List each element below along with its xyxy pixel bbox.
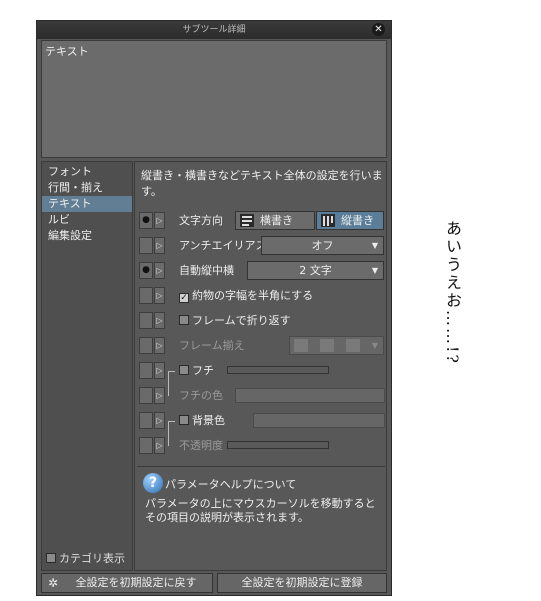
chevron-down-icon: ▼ <box>371 341 378 350</box>
edge-label: フチ <box>192 364 214 377</box>
edge-width-slider[interactable] <box>227 366 329 374</box>
wrap-label: フレームで折り返す <box>192 314 291 327</box>
settings-rows: ● ▷ 文字方向 横書き 縦書き ▷ アンチエイリアス オフ ▼ ● ▷ 自動縦… <box>137 208 385 458</box>
row-edge-color: ▷ フチの色 <box>137 383 385 408</box>
register-default-label: 全設定を初期設定に登録 <box>241 576 363 589</box>
preview-text: テキスト <box>45 45 89 58</box>
edge-color-label: フチの色 <box>179 389 223 402</box>
expand-icon[interactable]: ▷ <box>154 212 165 229</box>
expand-icon[interactable]: ▷ <box>154 262 165 279</box>
background-checkbox[interactable] <box>179 415 189 425</box>
antialias-label: アンチエイリアス <box>179 239 267 252</box>
chevron-down-icon: ▼ <box>371 241 378 250</box>
eye-icon[interactable] <box>139 337 153 354</box>
sidebar-item-line-spacing[interactable]: 行間・揃え <box>42 180 132 196</box>
vertical-writing-label: 縦書き <box>341 214 374 227</box>
help-icon: ? <box>143 473 163 493</box>
preview-area: テキスト <box>41 40 387 158</box>
edge-checkbox[interactable] <box>179 365 189 375</box>
eye-icon[interactable]: ● <box>139 262 153 279</box>
sidebar-item-text[interactable]: テキスト <box>42 196 132 212</box>
halfwidth-option[interactable]: ✓ 約物の字幅を半角にする <box>179 283 313 308</box>
sidebar-item-font[interactable]: フォント <box>42 164 132 180</box>
reset-all-button[interactable]: ✲ 全設定を初期設定に戻す <box>41 573 213 593</box>
frame-align-select[interactable]: ▼ <box>289 336 384 355</box>
category-display-checkbox[interactable] <box>46 553 56 563</box>
background-label: 背景色 <box>192 414 225 427</box>
reset-all-label: 全設定を初期設定に戻す <box>75 576 197 589</box>
tatechuyoko-value: 2 文字 <box>299 264 332 277</box>
antialias-value: オフ <box>311 239 334 252</box>
row-antialias: ▷ アンチエイリアス オフ ▼ <box>137 233 385 258</box>
expand-icon[interactable]: ▷ <box>154 237 165 254</box>
tatechuyoko-label: 自動縦中横 <box>179 264 234 277</box>
row-frame-align: ▷ フレーム揃え ▼ <box>137 333 385 358</box>
eye-icon[interactable] <box>139 362 153 379</box>
eye-icon[interactable] <box>139 287 153 304</box>
tatechuyoko-select[interactable]: 2 文字 ▼ <box>247 261 384 280</box>
antialias-select[interactable]: オフ ▼ <box>261 236 384 255</box>
expand-icon[interactable]: ▷ <box>154 362 165 379</box>
text-direction-label: 文字方向 <box>179 214 223 227</box>
category-sidebar: フォント 行間・揃え テキスト ルビ 編集設定 カテゴリ表示 <box>41 161 133 571</box>
category-display-label: カテゴリ表示 <box>59 552 125 565</box>
eye-icon[interactable] <box>139 312 153 329</box>
row-edge: ▷ フチ <box>137 358 385 396</box>
wrap-checkbox[interactable] <box>179 315 189 325</box>
eye-icon[interactable] <box>139 437 153 454</box>
row-wrap: ▷ フレームで折り返す <box>137 308 385 333</box>
halfwidth-checkbox[interactable]: ✓ <box>179 293 189 303</box>
row-opacity: ▷ 不透明度 <box>137 433 385 458</box>
opacity-label: 不透明度 <box>179 439 223 452</box>
expand-icon[interactable]: ▷ <box>154 437 165 454</box>
parameter-help: ? パラメータヘルプについて パラメータの上にマウスカーソルを移動するとその項目… <box>137 466 385 571</box>
halfwidth-label: 約物の字幅を半角にする <box>192 289 314 302</box>
expand-icon[interactable]: ▷ <box>154 412 165 429</box>
canvas-vertical-text: あいうえお……!? <box>443 220 462 366</box>
opacity-slider[interactable] <box>227 441 329 449</box>
sub-tool-detail-dialog: サブツール詳細 ✕ テキスト フォント 行間・揃え テキスト ルビ 編集設定 カ… <box>36 20 392 596</box>
background-option[interactable]: 背景色 <box>179 408 225 433</box>
edge-option[interactable]: フチ <box>179 358 214 383</box>
sidebar-item-ruby[interactable]: ルビ <box>42 212 132 228</box>
eye-icon[interactable] <box>139 387 153 404</box>
frame-align-icons <box>294 339 360 352</box>
expand-icon[interactable]: ▷ <box>154 337 165 354</box>
horizontal-writing-icon <box>240 214 254 227</box>
title-bar[interactable]: サブツール詳細 ✕ <box>37 21 391 39</box>
eye-icon[interactable]: ● <box>139 212 153 229</box>
help-title: パラメータヘルプについて <box>165 478 297 491</box>
edge-color-swatch[interactable] <box>235 388 385 403</box>
footer-buttons: ✲ 全設定を初期設定に戻す 全設定を初期設定に登録 <box>41 573 387 593</box>
sidebar-item-edit-settings[interactable]: 編集設定 <box>42 228 132 244</box>
background-color-swatch[interactable] <box>253 413 385 428</box>
eye-icon[interactable] <box>139 237 153 254</box>
settings-panel: 縦書き・横書きなどテキスト全体の設定を行います。 ● ▷ 文字方向 横書き 縦書… <box>134 161 387 571</box>
panel-description: 縦書き・横書きなどテキスト全体の設定を行います。 <box>141 169 383 198</box>
expand-icon[interactable]: ▷ <box>154 287 165 304</box>
row-text-direction: ● ▷ 文字方向 横書き 縦書き <box>137 208 385 233</box>
chevron-down-icon: ▼ <box>371 266 378 275</box>
eye-icon[interactable] <box>139 412 153 429</box>
vertical-writing-button[interactable]: 縦書き <box>316 211 384 230</box>
help-text: パラメータの上にマウスカーソルを移動するとその項目の説明が表示されます。 <box>145 497 376 524</box>
horizontal-writing-button[interactable]: 横書き <box>235 211 315 230</box>
frame-align-label: フレーム揃え <box>179 339 245 352</box>
row-background: ▷ 背景色 <box>137 408 385 446</box>
row-halfwidth: ▷ ✓ 約物の字幅を半角にする <box>137 283 385 308</box>
horizontal-writing-label: 横書き <box>260 214 293 227</box>
reset-icon: ✲ <box>48 576 59 590</box>
expand-icon[interactable]: ▷ <box>154 387 165 404</box>
wrap-option[interactable]: フレームで折り返す <box>179 308 291 333</box>
window-title: サブツール詳細 <box>182 25 246 35</box>
register-default-button[interactable]: 全設定を初期設定に登録 <box>217 573 387 593</box>
category-display-toggle[interactable]: カテゴリ表示 <box>46 550 125 566</box>
vertical-writing-icon <box>321 214 335 227</box>
row-tatechuyoko: ● ▷ 自動縦中横 2 文字 ▼ <box>137 258 385 283</box>
expand-icon[interactable]: ▷ <box>154 312 165 329</box>
close-icon[interactable]: ✕ <box>372 23 385 36</box>
